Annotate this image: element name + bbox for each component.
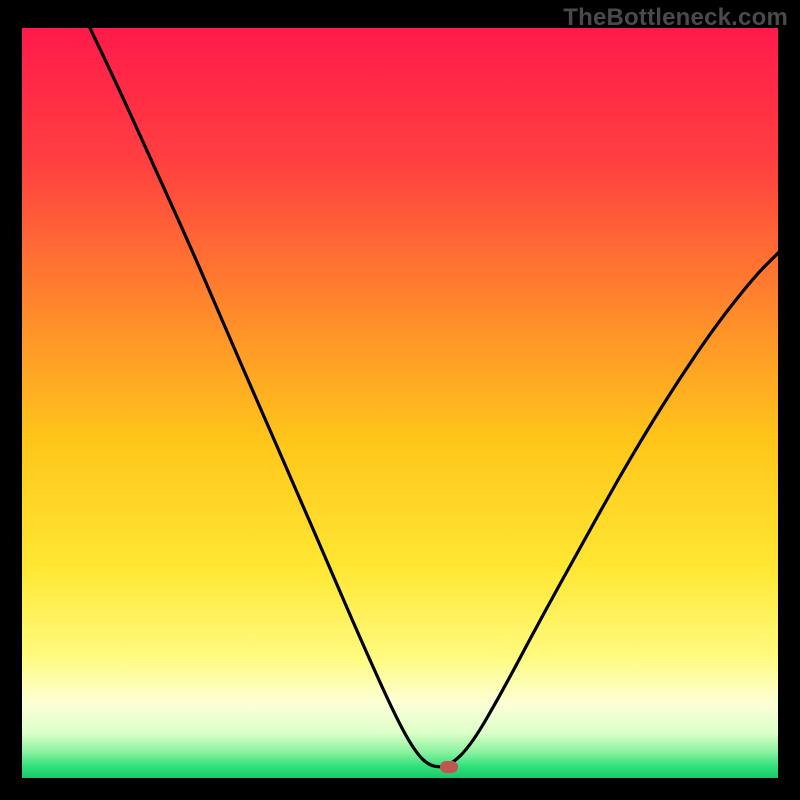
watermark-text: TheBottleneck.com	[563, 4, 788, 32]
plot-area	[22, 28, 778, 778]
chart-container: TheBottleneck.com	[0, 0, 800, 800]
bottleneck-curve	[90, 28, 778, 767]
curve-layer	[22, 28, 778, 778]
optimum-marker	[440, 761, 458, 773]
